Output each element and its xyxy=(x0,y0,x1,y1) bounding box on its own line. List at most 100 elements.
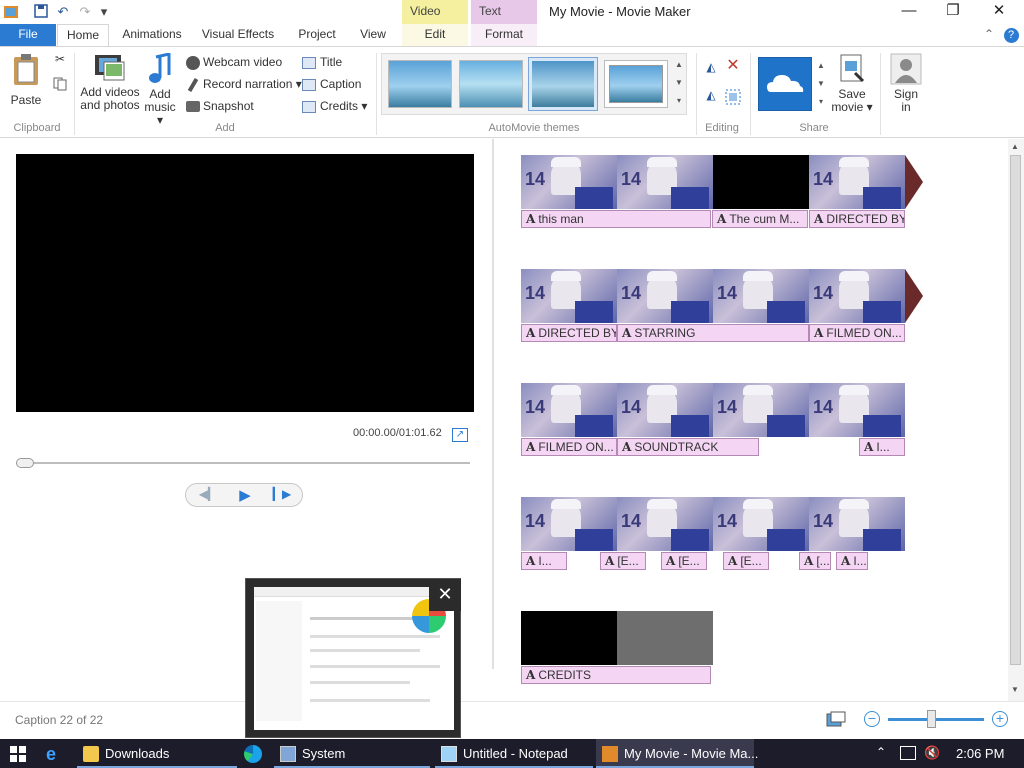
tab-file[interactable]: File xyxy=(0,24,56,46)
storyboard-clip[interactable]: 14 xyxy=(521,155,617,209)
minimize-button[interactable]: — xyxy=(886,0,932,24)
undo-icon[interactable]: ↶ xyxy=(55,4,71,20)
storyboard-clip[interactable]: 14 xyxy=(713,269,809,323)
caption-item[interactable]: A SOUNDTRACK xyxy=(617,438,759,456)
seek-thumb[interactable] xyxy=(16,458,34,468)
storyboard-scrollbar[interactable]: ▲ ▼ xyxy=(1008,139,1024,701)
rotate-left-icon[interactable]: ◭ xyxy=(702,61,720,79)
gallery-scroll-icon[interactable]: ▲ ▼ ▾ xyxy=(672,56,686,114)
theme-thumbnail[interactable] xyxy=(459,60,523,108)
start-windows-icon[interactable] xyxy=(10,746,26,762)
zoom-in-icon[interactable]: + xyxy=(992,711,1008,727)
taskbar-downloads[interactable]: Downloads xyxy=(77,739,237,768)
clock[interactable]: 2:06 PM xyxy=(956,739,1004,768)
theme-thumbnail[interactable] xyxy=(604,60,668,108)
caption-item[interactable]: A STARRING xyxy=(617,324,809,342)
caption-item[interactable]: A DIRECTED BY xyxy=(809,210,905,228)
theme-thumbnail[interactable] xyxy=(388,60,452,108)
storyboard-clip[interactable] xyxy=(617,611,713,665)
help-icon[interactable]: ? xyxy=(1002,24,1020,46)
tab-format[interactable]: Format xyxy=(471,24,537,46)
maximize-button[interactable]: ❐ xyxy=(930,0,976,24)
storyboard-clip[interactable]: 14 xyxy=(617,497,713,551)
network-icon[interactable] xyxy=(900,746,916,760)
scrollbar-thumb[interactable] xyxy=(1010,155,1021,665)
taskbar-thumbnail-preview[interactable]: ✕ xyxy=(245,578,461,738)
share-scroll-icon[interactable]: ▲ ▼ ▾ xyxy=(816,57,826,111)
snapshot-button[interactable]: Snapshot xyxy=(186,97,254,115)
select-all-icon[interactable] xyxy=(724,89,742,107)
storyboard-clip[interactable]: 14 xyxy=(521,497,617,551)
close-button[interactable]: ✕ xyxy=(976,0,1022,24)
caption-item[interactable]: A I... xyxy=(859,438,905,456)
storyboard-clip[interactable]: 14 xyxy=(713,383,809,437)
onedrive-share-button[interactable] xyxy=(758,57,812,111)
tab-view[interactable]: View xyxy=(352,24,394,46)
video-preview[interactable] xyxy=(16,154,474,412)
thumbnail-size-icon[interactable] xyxy=(826,711,846,727)
storyboard-clip[interactable]: 14 xyxy=(809,497,905,551)
taskbar-system[interactable]: System xyxy=(274,739,430,768)
zoom-slider-thumb[interactable] xyxy=(927,710,937,728)
storyboard-clip[interactable]: 14 xyxy=(809,383,905,437)
storyboard-clip[interactable]: 14 xyxy=(809,269,905,323)
taskbar-notepad[interactable]: Untitled - Notepad xyxy=(435,739,593,768)
play-icon[interactable]: ▶ xyxy=(233,486,257,504)
caption-item[interactable]: A FILMED ON... xyxy=(521,438,617,456)
caption-item[interactable]: A [E... xyxy=(661,552,707,570)
edge-legacy-icon[interactable]: e xyxy=(46,744,66,764)
rotate-right-icon[interactable]: ◭ xyxy=(702,89,720,107)
paste-button[interactable]: Paste xyxy=(6,53,46,113)
caption-button[interactable]: Caption xyxy=(302,75,361,93)
caption-item[interactable]: A [E... xyxy=(600,552,646,570)
caption-item[interactable]: A I... xyxy=(836,552,868,570)
tab-animations[interactable]: Animations xyxy=(116,24,188,46)
caption-item[interactable]: A The cum M... xyxy=(712,210,808,228)
storyboard-clip[interactable]: 14 xyxy=(809,155,905,209)
caption-item[interactable]: A FILMED ON... xyxy=(809,324,905,342)
seek-bar[interactable] xyxy=(16,462,470,464)
volume-icon[interactable]: 🔇 xyxy=(924,745,940,761)
minimize-ribbon-icon[interactable]: ⌃ xyxy=(980,24,998,46)
remove-icon[interactable]: ✕ xyxy=(724,58,742,77)
caption-item[interactable]: A [... xyxy=(799,552,831,570)
title-button[interactable]: Title xyxy=(302,53,342,71)
add-music-button[interactable]: Add music ▾ xyxy=(140,52,180,127)
storyboard-clip[interactable]: 14 xyxy=(617,383,713,437)
previous-frame-icon[interactable]: ◀▎ xyxy=(196,487,220,503)
scroll-up-icon[interactable]: ▲ xyxy=(1011,142,1019,151)
edge-icon[interactable] xyxy=(244,745,262,763)
caption-item[interactable]: Athis man xyxy=(521,210,711,228)
storyboard-clip[interactable]: 14 xyxy=(617,269,713,323)
storyboard-clip[interactable] xyxy=(521,611,617,665)
add-videos-photos-button[interactable]: Add videos and photos xyxy=(80,53,140,119)
next-frame-icon[interactable]: ▎▶ xyxy=(270,487,294,503)
redo-icon[interactable]: ↷ xyxy=(77,4,93,20)
customize-toolbar-icon[interactable]: ▾ xyxy=(96,4,112,20)
caption-item[interactable]: A [E... xyxy=(723,552,769,570)
storyboard-clip[interactable]: 14 xyxy=(617,155,713,209)
save-movie-button[interactable]: Save movie ▾ xyxy=(830,53,874,119)
caption-item[interactable]: A DIRECTED BY xyxy=(521,324,617,342)
caption-item[interactable]: A CREDITS xyxy=(521,666,711,684)
record-narration-button[interactable]: Record narration ▾ xyxy=(186,75,302,93)
webcam-video-button[interactable]: Webcam video xyxy=(186,53,282,71)
cut-icon[interactable]: ✂ xyxy=(52,53,68,69)
theme-thumbnail-selected[interactable] xyxy=(528,57,598,111)
storyboard-clip[interactable]: 14 xyxy=(713,497,809,551)
fullscreen-icon[interactable]: ↗ xyxy=(452,428,468,442)
save-icon[interactable] xyxy=(33,4,49,20)
taskbar-movie-maker[interactable]: My Movie - Movie Ma... xyxy=(596,739,758,768)
thumbnail-close-icon[interactable]: ✕ xyxy=(429,579,461,611)
storyboard-clip[interactable]: 14 xyxy=(521,269,617,323)
scroll-down-icon[interactable]: ▼ xyxy=(1011,685,1019,694)
storyboard-clip[interactable]: 14 xyxy=(521,383,617,437)
tab-project[interactable]: Project xyxy=(290,24,344,46)
tab-home[interactable]: Home xyxy=(57,24,109,46)
tab-edit[interactable]: Edit xyxy=(402,24,468,46)
storyboard-clip[interactable] xyxy=(713,155,809,209)
show-hidden-icons-icon[interactable]: ⌃ xyxy=(876,745,890,761)
copy-icon[interactable] xyxy=(52,77,68,93)
sign-in-button[interactable]: Sign in xyxy=(886,53,926,119)
zoom-out-icon[interactable]: − xyxy=(864,711,880,727)
